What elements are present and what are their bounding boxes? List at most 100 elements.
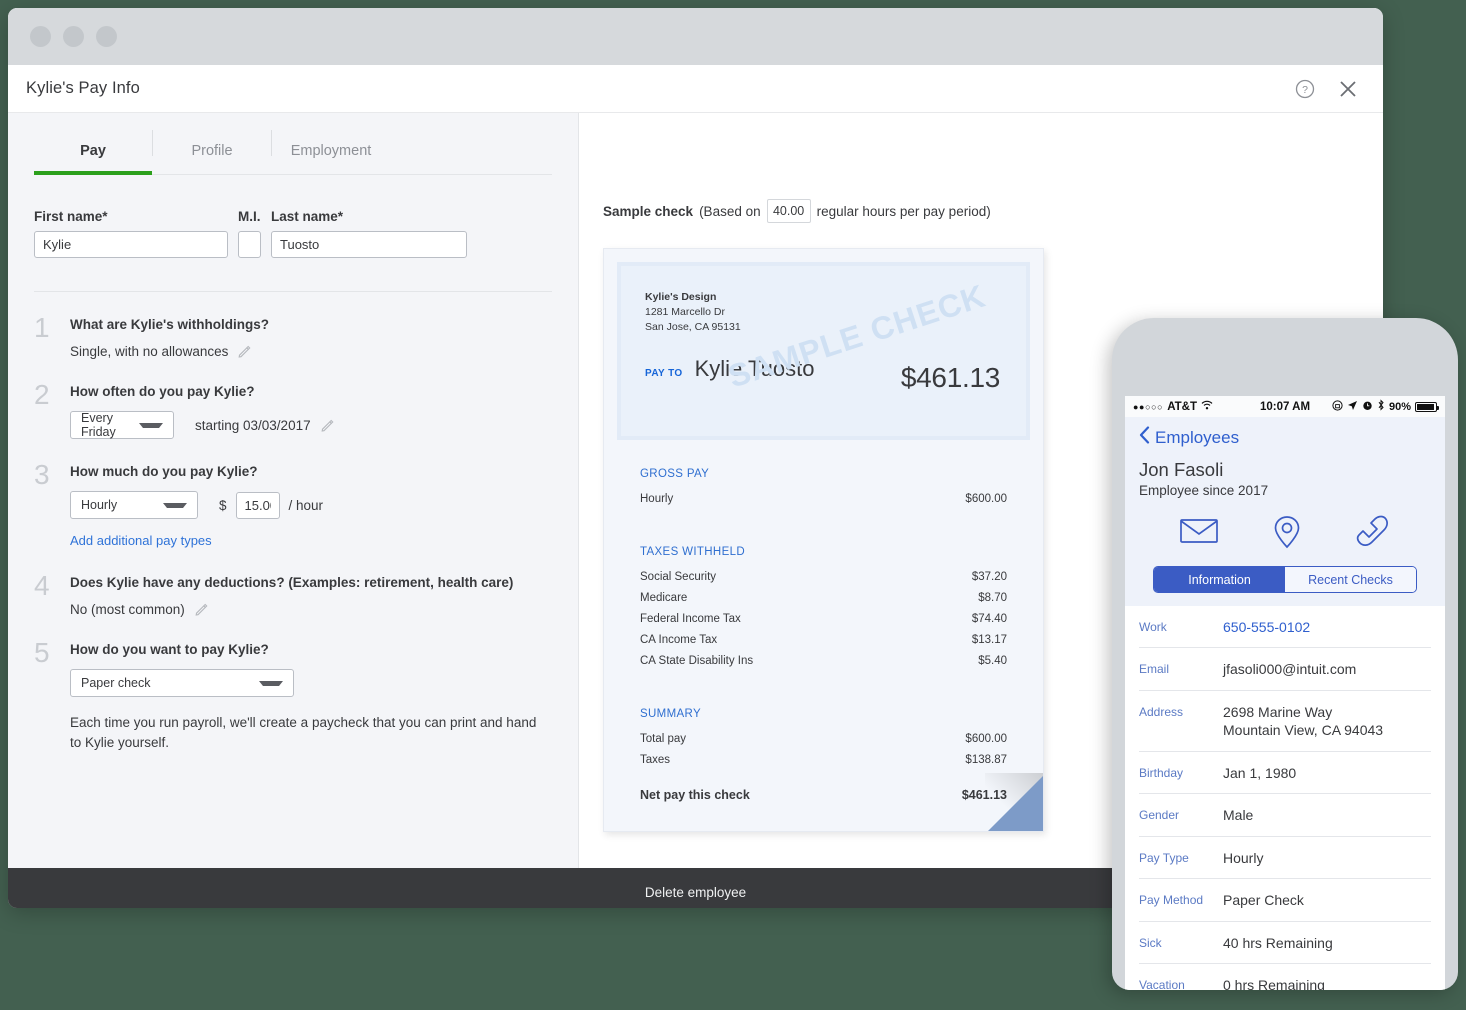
stub-row-label: Total pay (640, 733, 687, 745)
window-close-button[interactable] (30, 26, 51, 47)
chevron-down-icon (163, 502, 187, 508)
stub-row-value: $138.87 (965, 754, 1007, 766)
list-item[interactable]: Birthday Jan 1, 1980 (1139, 752, 1431, 795)
envelope-icon[interactable] (1179, 515, 1219, 549)
net-pay-row: Net pay this check $461.13 (640, 788, 1007, 802)
window-minimize-button[interactable] (63, 26, 84, 47)
row-label: Pay Method (1139, 893, 1204, 908)
company-street: 1281 Marcello Dr (645, 306, 725, 319)
tab-employment[interactable]: Employment (272, 143, 390, 174)
stub-row-label: Hourly (640, 493, 674, 505)
battery-icon (1415, 401, 1439, 412)
phone-header: Employees Jon Fasoli Employee since 2017 (1125, 417, 1445, 606)
pencil-icon[interactable] (194, 602, 209, 617)
sample-check-heading: Sample check (Based on regular hours per… (603, 199, 1383, 223)
stub-spacer (640, 514, 1007, 546)
contact-actions (1139, 515, 1431, 549)
stub-row-value: $600.00 (965, 493, 1007, 505)
tab-information[interactable]: Information (1154, 567, 1285, 592)
row-value: Male (1223, 807, 1254, 824)
step-question: What are Kylie's withholdings? (70, 317, 269, 332)
close-icon[interactable] (1337, 78, 1359, 100)
tab-bar: Pay Profile Employment (34, 113, 552, 175)
add-pay-types-link[interactable]: Add additional pay types (70, 533, 212, 548)
first-name-input[interactable] (34, 231, 228, 258)
first-name-label: First name* (34, 209, 108, 224)
step-pay-rate: 3 How much do you pay Kylie? Hourly $ / … (34, 439, 552, 550)
row-value: Jan 1, 1980 (1223, 764, 1297, 781)
row-value[interactable]: 650-555-0102 (1223, 618, 1310, 636)
pay-type-select[interactable]: Hourly (70, 491, 198, 519)
middle-initial-group: M.I. (238, 209, 261, 258)
step-question: Does Kylie have any deductions? (Example… (70, 575, 514, 590)
company-block: Kylie's Design 1281 Marcello Dr San Jose… (645, 290, 741, 336)
list-item[interactable]: Address 2698 Marine Way Mountain View, C… (1139, 691, 1431, 752)
regular-hours-input[interactable] (766, 199, 811, 223)
status-time: 10:07 AM (1259, 400, 1311, 413)
pay-method-value: Paper check (81, 676, 151, 690)
row-label: Gender (1139, 808, 1180, 823)
pay-type-value: Hourly (81, 498, 118, 512)
stub-row: Social Security $37.20 (640, 571, 1007, 583)
pay-rate-unit: / hour (288, 497, 324, 513)
stub-row-value: $8.70 (978, 592, 1007, 604)
stub-row: Hourly $600.00 (640, 493, 1007, 505)
step-withholdings: 1 What are Kylie's withholdings? Single,… (34, 292, 552, 360)
chevron-down-icon (139, 422, 163, 428)
back-to-employees-link[interactable]: Employees (1139, 426, 1431, 449)
row-label: Email (1139, 662, 1170, 677)
chevron-down-icon (259, 680, 283, 686)
step-question: How much do you pay Kylie? (70, 464, 258, 479)
tab-profile[interactable]: Profile (153, 143, 271, 174)
list-item[interactable]: Email jfasoli000@intuit.com (1139, 648, 1431, 691)
list-item[interactable]: Pay Type Hourly (1139, 837, 1431, 880)
row-label: Birthday (1139, 765, 1184, 780)
pay-method-select[interactable]: Paper check (70, 669, 294, 697)
pay-to-label: PAY TO (645, 368, 683, 379)
row-label: Address (1139, 704, 1184, 719)
back-link-label: Employees (1155, 427, 1240, 447)
pencil-icon[interactable] (320, 418, 335, 433)
pay-stub: GROSS PAY Hourly $600.00 TAXES WITHHELD … (604, 440, 1043, 802)
stub-row: Total pay $600.00 (640, 733, 1007, 745)
employee-name: Jon Fasoli (1139, 459, 1224, 480)
location-pin-icon[interactable] (1272, 515, 1302, 549)
net-pay-label: Net pay this check (640, 788, 750, 802)
pay-frequency-select[interactable]: Every Friday (70, 411, 174, 439)
name-fields-row: First name* M.I. Last name* (34, 175, 552, 258)
stub-row-label: CA State Disability Ins (640, 655, 754, 667)
page-fold-corner (988, 776, 1043, 831)
last-name-input[interactable] (271, 231, 467, 258)
step-number: 4 (34, 570, 50, 601)
step-number: 3 (34, 459, 50, 490)
window-zoom-button[interactable] (96, 26, 117, 47)
stub-row-label: Federal Income Tax (640, 613, 741, 625)
phone-icon[interactable] (1355, 515, 1391, 549)
stub-row: CA Income Tax $13.17 (640, 634, 1007, 646)
list-item[interactable]: Sick 40 hrs Remaining (1139, 922, 1431, 965)
list-item[interactable]: Pay Method Paper Check (1139, 879, 1431, 922)
row-value: 0 hrs Remaining (1223, 977, 1325, 990)
currency-symbol: $ (219, 497, 227, 513)
tab-pay[interactable]: Pay (34, 143, 152, 175)
middle-initial-input[interactable] (238, 231, 261, 258)
svg-text:?: ? (1302, 84, 1308, 96)
list-item[interactable]: Vacation 0 hrs Remaining (1139, 964, 1431, 990)
window-titlebar (8, 8, 1383, 65)
list-item[interactable]: Gender Male (1139, 794, 1431, 837)
stub-row-value: $13.17 (971, 634, 1007, 646)
stub-row: Federal Income Tax $74.40 (640, 613, 1007, 625)
last-name-label: Last name* (271, 209, 344, 224)
row-label: Work (1139, 620, 1167, 634)
middle-initial-label: M.I. (238, 209, 261, 224)
step-question: How often do you pay Kylie? (70, 384, 255, 399)
list-item[interactable]: Work 650-555-0102 (1139, 606, 1431, 649)
pencil-icon[interactable] (237, 344, 252, 359)
help-circle-icon[interactable]: ? (1295, 79, 1315, 99)
delete-employee-label: Delete employee (644, 884, 747, 900)
deductions-value: No (most common) (70, 602, 185, 617)
step-pay-frequency: 2 How often do you pay Kylie? Every Frid… (34, 359, 552, 439)
stub-row-label: Social Security (640, 571, 717, 583)
pay-rate-input[interactable] (235, 491, 280, 519)
tab-recent-checks[interactable]: Recent Checks (1285, 567, 1416, 592)
